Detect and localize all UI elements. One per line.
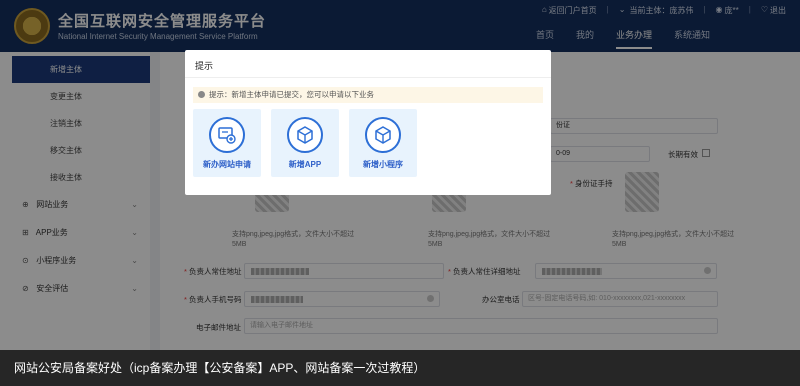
- new-app-tile[interactable]: 新增APP: [271, 109, 339, 177]
- new-miniprogram-tile[interactable]: 新增小程序: [349, 109, 417, 177]
- cube-icon: [287, 117, 323, 153]
- tile-label: 新增APP: [288, 160, 322, 169]
- notice-text: 提示：新增主体申请已提交，您可以申请以下业务: [209, 90, 374, 99]
- notice-banner: 提示：新增主体申请已提交，您可以申请以下业务: [193, 87, 543, 103]
- dialog-title: 提示: [195, 61, 214, 71]
- new-website-tile[interactable]: 新办网站申请: [193, 109, 261, 177]
- prompt-dialog: 提示 提示：新增主体申请已提交，您可以申请以下业务 新办网站申请 新增APP 新…: [185, 50, 551, 195]
- caption-bar: 网站公安局备案好处（icp备案办理【公安备案】APP、网站备案一次过教程）: [0, 350, 800, 386]
- divider: [185, 77, 551, 78]
- tile-label: 新增小程序: [363, 160, 403, 169]
- info-icon: [198, 91, 205, 98]
- tile-label: 新办网站申请: [203, 160, 251, 169]
- cube-icon: [365, 117, 401, 153]
- website-apply-icon: [209, 117, 245, 153]
